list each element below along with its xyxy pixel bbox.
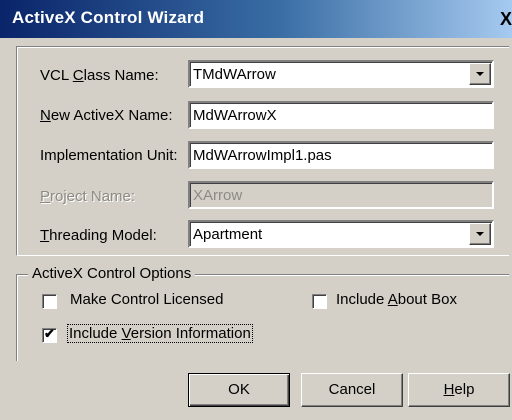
options-groupbox bbox=[16, 274, 509, 361]
new-activex-name-value: MdWArrowX bbox=[193, 107, 277, 124]
window-title: ActiveX Control Wizard bbox=[12, 8, 205, 27]
title-bar: ActiveX Control Wizard bbox=[0, 0, 512, 38]
include-version-information-label[interactable]: Include Version Information bbox=[67, 324, 253, 344]
implementation-unit-label: Implementation Unit: bbox=[40, 147, 178, 164]
help-button[interactable]: Help bbox=[408, 373, 510, 407]
project-name-label: Project Name: bbox=[40, 188, 136, 205]
project-name-value: XArrow bbox=[193, 187, 243, 204]
include-about-box-checkbox[interactable] bbox=[312, 294, 327, 309]
vcl-class-name-label: VCL Class Name: bbox=[40, 67, 159, 84]
include-about-box-label[interactable]: Include About Box bbox=[336, 290, 457, 310]
implementation-unit-input[interactable]: MdWArrowImpl1.pas bbox=[188, 141, 494, 169]
chevron-down-icon[interactable] bbox=[469, 223, 491, 245]
project-name-input: XArrow bbox=[188, 181, 494, 209]
new-activex-name-input[interactable]: MdWArrowX bbox=[188, 101, 494, 129]
chevron-down-icon[interactable] bbox=[469, 63, 491, 85]
make-control-licensed-label[interactable]: Make Control Licensed bbox=[70, 290, 223, 310]
close-icon[interactable]: X bbox=[500, 8, 512, 30]
cancel-button[interactable]: Cancel bbox=[301, 373, 403, 407]
threading-model-select[interactable]: Apartment bbox=[188, 220, 494, 248]
check-icon: ✔ bbox=[44, 326, 55, 341]
new-activex-name-label: New ActiveX Name: bbox=[40, 107, 173, 124]
threading-model-label: Threading Model: bbox=[40, 227, 157, 244]
options-group-title: ActiveX Control Options bbox=[28, 264, 196, 284]
vcl-class-name-select[interactable]: TMdWArrow bbox=[188, 60, 494, 88]
include-version-information-checkbox[interactable]: ✔ bbox=[42, 326, 57, 343]
vcl-class-name-value: TMdWArrow bbox=[193, 66, 276, 83]
implementation-unit-value: MdWArrowImpl1.pas bbox=[193, 147, 332, 164]
threading-model-value: Apartment bbox=[193, 226, 263, 243]
ok-button[interactable]: OK bbox=[188, 373, 290, 407]
make-control-licensed-checkbox[interactable] bbox=[42, 294, 57, 309]
